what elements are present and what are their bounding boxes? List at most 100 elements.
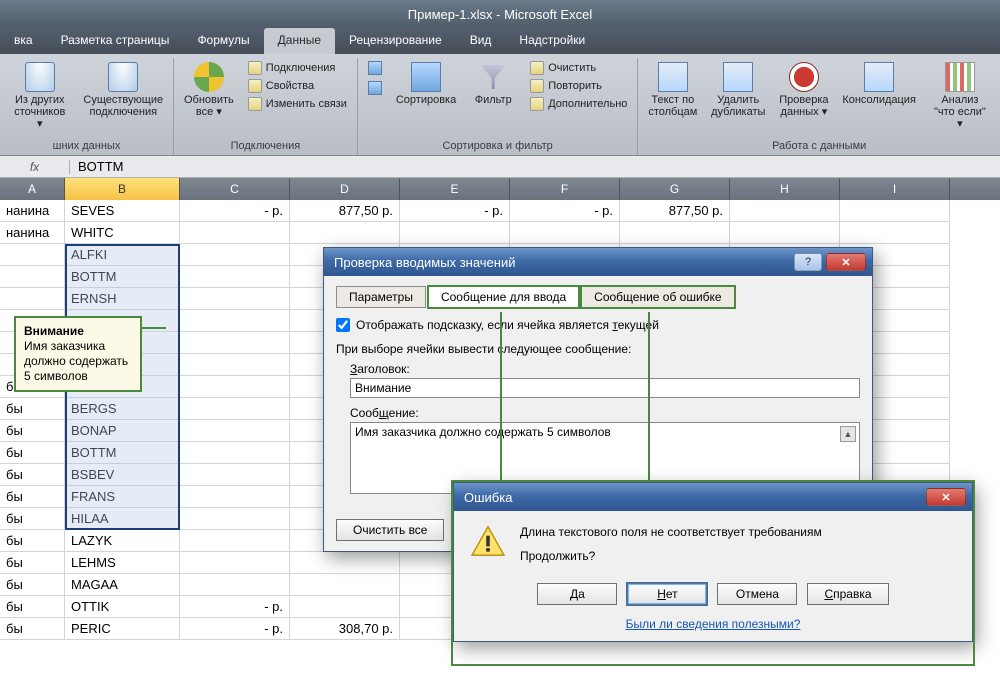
- tab-review[interactable]: Рецензирование: [335, 28, 456, 54]
- existing-connections-button[interactable]: Существующиеподключения: [80, 60, 167, 120]
- cell[interactable]: [400, 222, 510, 244]
- cell[interactable]: [180, 552, 290, 574]
- cell[interactable]: бы: [0, 508, 65, 530]
- cell[interactable]: [180, 376, 290, 398]
- cell[interactable]: [620, 222, 730, 244]
- error-close-button[interactable]: ✕: [926, 488, 966, 506]
- col-header-h[interactable]: H: [730, 178, 840, 200]
- cell[interactable]: [290, 574, 400, 596]
- cell[interactable]: 308,70 p.: [290, 618, 400, 640]
- scroll-up-button[interactable]: ▲: [840, 426, 856, 442]
- cell[interactable]: бы: [0, 552, 65, 574]
- clear-all-button[interactable]: Очистить все: [336, 519, 444, 541]
- clear-filter-button[interactable]: Очистить: [526, 60, 631, 76]
- cell[interactable]: нанина: [0, 222, 65, 244]
- reapply-filter-button[interactable]: Повторить: [526, 78, 631, 94]
- cell[interactable]: - p.: [180, 200, 290, 222]
- data-validation-button[interactable]: Проверкаданных ▾: [775, 60, 832, 120]
- cell[interactable]: [290, 596, 400, 618]
- cell[interactable]: [180, 332, 290, 354]
- cell[interactable]: бы: [0, 420, 65, 442]
- col-header-d[interactable]: D: [290, 178, 400, 200]
- fx-icon[interactable]: fx: [0, 160, 70, 174]
- cell[interactable]: [510, 222, 620, 244]
- col-header-c[interactable]: C: [180, 178, 290, 200]
- col-header-g[interactable]: G: [620, 178, 730, 200]
- cell[interactable]: - p.: [400, 200, 510, 222]
- cell[interactable]: FRANS: [65, 486, 180, 508]
- yes-button[interactable]: Да: [537, 583, 617, 605]
- cell[interactable]: ERNSH: [65, 288, 180, 310]
- tab-addins[interactable]: Надстройки: [505, 28, 599, 54]
- cell[interactable]: HILAA: [65, 508, 180, 530]
- cell[interactable]: [730, 200, 840, 222]
- cell[interactable]: BERGS: [65, 398, 180, 420]
- cell[interactable]: LAZYK: [65, 530, 180, 552]
- cell[interactable]: [840, 222, 950, 244]
- cell[interactable]: бы: [0, 530, 65, 552]
- cell[interactable]: [180, 310, 290, 332]
- filter-button[interactable]: Фильтр: [466, 60, 520, 108]
- sort-asc-button[interactable]: [364, 60, 386, 76]
- tab-input-message[interactable]: Сообщение для ввода: [428, 286, 579, 308]
- cell[interactable]: [840, 200, 950, 222]
- cell[interactable]: [180, 266, 290, 288]
- no-button[interactable]: Нет: [627, 583, 707, 605]
- cell[interactable]: WHITC: [65, 222, 180, 244]
- show-tooltip-checkbox[interactable]: [336, 318, 350, 332]
- cell[interactable]: BSBEV: [65, 464, 180, 486]
- dialog-help-button[interactable]: ?: [794, 253, 822, 271]
- title-input[interactable]: [350, 378, 860, 398]
- cell[interactable]: ALFKI: [65, 244, 180, 266]
- cell[interactable]: [180, 222, 290, 244]
- cell[interactable]: 877,50 p.: [290, 200, 400, 222]
- cell[interactable]: BOTTM: [65, 442, 180, 464]
- cell[interactable]: [0, 288, 65, 310]
- cell[interactable]: OTTIK: [65, 596, 180, 618]
- cell[interactable]: [180, 244, 290, 266]
- sort-desc-button[interactable]: [364, 80, 386, 96]
- cell[interactable]: [180, 442, 290, 464]
- cell[interactable]: - p.: [180, 618, 290, 640]
- dialog-titlebar[interactable]: Проверка вводимых значений ? ✕: [324, 248, 872, 276]
- cell[interactable]: [290, 552, 400, 574]
- cell[interactable]: SEVES: [65, 200, 180, 222]
- cell[interactable]: [180, 288, 290, 310]
- cell[interactable]: [180, 464, 290, 486]
- tab-error-alert[interactable]: Сообщение об ошибке: [581, 286, 734, 308]
- cell[interactable]: бы: [0, 596, 65, 618]
- cell[interactable]: бы: [0, 486, 65, 508]
- cell[interactable]: MAGAA: [65, 574, 180, 596]
- tab-formulas[interactable]: Формулы: [183, 28, 263, 54]
- cell[interactable]: [290, 222, 400, 244]
- tab-data[interactable]: Данные: [264, 28, 335, 54]
- cell[interactable]: 877,50 p.: [620, 200, 730, 222]
- connections-button[interactable]: Подключения: [244, 60, 351, 76]
- cell[interactable]: [180, 486, 290, 508]
- cell[interactable]: [730, 222, 840, 244]
- cell[interactable]: бы: [0, 398, 65, 420]
- cell[interactable]: бы: [0, 574, 65, 596]
- cell[interactable]: нанина: [0, 200, 65, 222]
- cell[interactable]: [180, 420, 290, 442]
- cell[interactable]: - p.: [510, 200, 620, 222]
- feedback-link[interactable]: Были ли сведения полезными?: [626, 617, 801, 631]
- col-header-f[interactable]: F: [510, 178, 620, 200]
- tab-parameters[interactable]: Параметры: [336, 286, 426, 308]
- cell[interactable]: [180, 398, 290, 420]
- cell[interactable]: [180, 508, 290, 530]
- table-row[interactable]: нанинаSEVES- p.877,50 p.- p.- p.877,50 p…: [0, 200, 1000, 222]
- from-other-sources-button[interactable]: Из другихсточников ▾: [6, 60, 74, 132]
- cell[interactable]: BONAP: [65, 420, 180, 442]
- col-header-e[interactable]: E: [400, 178, 510, 200]
- refresh-all-button[interactable]: Обновитьвсе ▾: [180, 60, 238, 120]
- remove-duplicates-button[interactable]: Удалитьдубликаты: [707, 60, 769, 120]
- tab-view[interactable]: Вид: [456, 28, 506, 54]
- cell[interactable]: бы: [0, 618, 65, 640]
- cell[interactable]: BOTTM: [65, 266, 180, 288]
- cell[interactable]: PERIC: [65, 618, 180, 640]
- cell[interactable]: [180, 530, 290, 552]
- consolidate-button[interactable]: Консолидация: [838, 60, 919, 108]
- cell[interactable]: [0, 244, 65, 266]
- dialog-close-button[interactable]: ✕: [826, 253, 866, 271]
